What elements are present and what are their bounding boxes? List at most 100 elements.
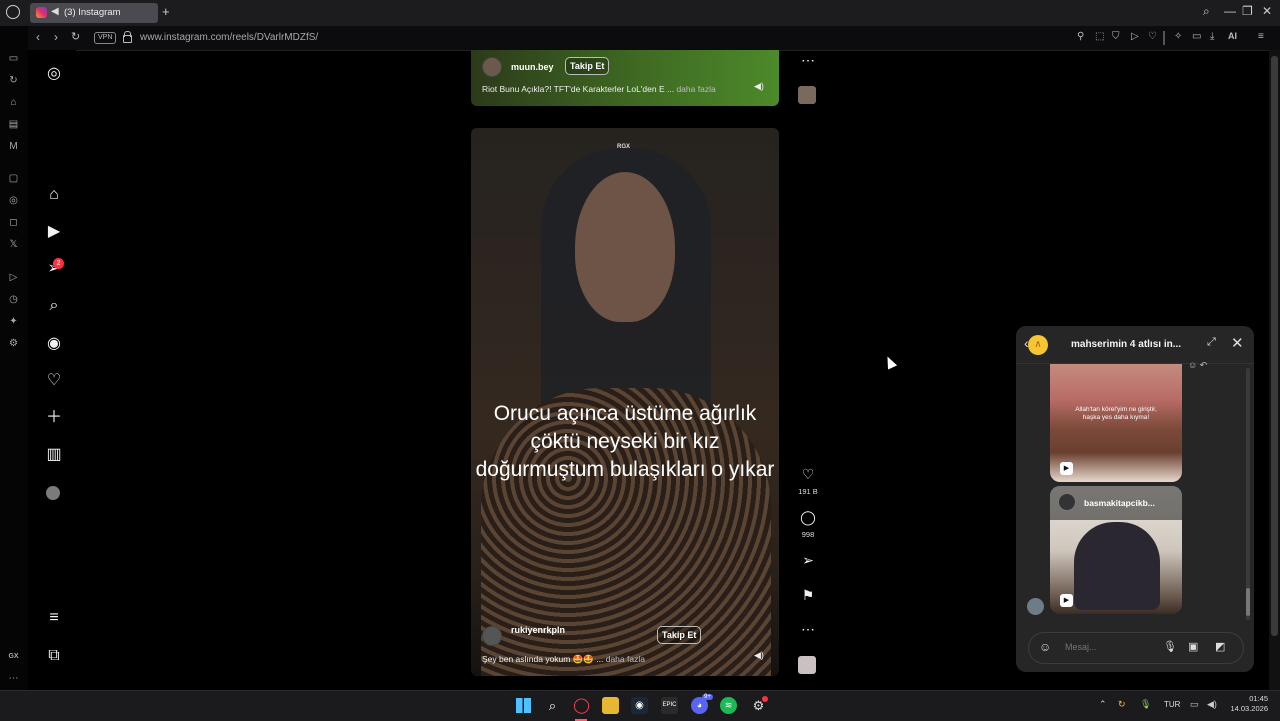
avatar[interactable] xyxy=(482,57,502,77)
new-tab-button[interactable]: + xyxy=(162,4,170,19)
message-input[interactable] xyxy=(1065,642,1145,652)
like-heart-icon[interactable]: ♡ xyxy=(800,466,816,483)
share-icon[interactable]: ➢ xyxy=(800,552,816,569)
player-icon[interactable]: ⌂ xyxy=(7,96,20,109)
ai-button[interactable]: AI xyxy=(1228,31,1237,41)
more-menu-icon[interactable]: ≡ xyxy=(44,608,64,628)
spotify-icon[interactable]: ≋ xyxy=(720,697,737,714)
snapshot-icon[interactable]: ⬚ xyxy=(1095,31,1104,42)
minimize-button[interactable]: — xyxy=(1224,4,1236,18)
expand-icon[interactable]: ⤢ xyxy=(1207,336,1216,349)
taskbar-search-icon[interactable]: ⌕ xyxy=(544,697,561,714)
wallet-toolbar-icon[interactable]: ▭ xyxy=(1192,31,1201,42)
explore-icon[interactable]: ◉ xyxy=(44,334,64,354)
messenger-icon[interactable]: M xyxy=(7,140,20,153)
comment-icon[interactable]: ◯ xyxy=(800,509,816,526)
close-window-button[interactable]: ✕ xyxy=(1262,4,1272,18)
x-icon[interactable]: 𝕏 xyxy=(7,238,20,251)
search-tabs-icon[interactable]: ⌕ xyxy=(1203,4,1210,19)
clock[interactable]: 01:45 14.03.2026 xyxy=(1226,694,1268,714)
speaker-icon[interactable]: ◀ xyxy=(51,6,59,17)
pin-icon[interactable]: ⚲ xyxy=(1077,31,1084,42)
download-icon[interactable]: ⤓ xyxy=(1210,31,1214,42)
group-avatar[interactable]: ∧ xyxy=(1028,335,1048,355)
follow-button[interactable]: Takip Et xyxy=(565,57,610,75)
page-scrollbar-thumb[interactable] xyxy=(1271,56,1278,636)
more-options-icon[interactable]: ⋯ xyxy=(800,52,816,69)
instagram-sidebar-icon[interactable]: ◻ xyxy=(7,216,20,229)
save-bookmark-icon[interactable]: ⚑ xyxy=(800,587,816,604)
previous-reel[interactable]: muun.bey Takip Et Riot Bunu Açıkla?! TFT… xyxy=(471,50,779,106)
create-icon[interactable]: ＋ xyxy=(44,408,64,428)
more-options-icon[interactable]: ⋯ xyxy=(800,621,816,638)
mute-toggle-icon[interactable]: ◀) xyxy=(754,81,764,92)
epic-games-icon[interactable]: EPIC xyxy=(661,697,678,714)
shared-reel-message[interactable]: basmakitapcikb... ▶ xyxy=(1050,486,1182,614)
mute-toggle-icon[interactable]: ◀) xyxy=(754,650,764,661)
back-button[interactable]: ‹ xyxy=(36,30,40,44)
tray-microphone-icon[interactable]: 🎙︎ xyxy=(1140,699,1151,710)
avatar[interactable] xyxy=(482,626,502,646)
network-icon[interactable]: ▭ xyxy=(1190,699,1199,710)
forward-button[interactable]: › xyxy=(54,30,58,44)
browser-tab[interactable]: ◀ (3) Instagram xyxy=(30,3,158,23)
url-field[interactable]: www.instagram.com/reels/DVarlrMDZfS/ xyxy=(140,32,318,43)
instagram-logo-icon[interactable]: ◎ xyxy=(44,64,64,84)
extension-puzzle-icon[interactable]: ✧ xyxy=(1174,31,1182,42)
microphone-icon[interactable]: 🎙︎ xyxy=(1163,640,1177,653)
reload-button[interactable]: ↻ xyxy=(71,30,80,43)
chat-scrollbar-thumb[interactable] xyxy=(1246,588,1250,616)
audio-thumbnail[interactable] xyxy=(798,86,816,104)
home-icon[interactable]: ⌂ xyxy=(44,185,64,205)
reel-play-icon: ▶ xyxy=(1060,594,1073,607)
vpn-badge[interactable]: VPN xyxy=(94,32,117,44)
tray-overflow-icon[interactable]: ⌃ xyxy=(1099,699,1107,710)
message-actions[interactable]: ☺ ↶ xyxy=(1188,360,1207,371)
emoji-icon[interactable]: ☺ xyxy=(1039,640,1051,654)
search-icon[interactable]: ⌕ xyxy=(44,296,64,316)
audio-thumbnail[interactable] xyxy=(798,656,816,674)
notes-icon[interactable]: ▤ xyxy=(7,118,20,131)
reel-username[interactable]: muun.bey xyxy=(511,62,554,72)
volume-icon[interactable]: ◀) xyxy=(1207,699,1217,710)
play-circle-icon[interactable]: ▷ xyxy=(7,271,20,284)
current-reel[interactable]: RGX Orucu açınca üstüme ağırlık çöktü ne… xyxy=(471,128,779,676)
sender-avatar[interactable] xyxy=(1027,598,1044,615)
file-explorer-icon[interactable] xyxy=(602,697,619,714)
settings-icon[interactable]: ⚙ xyxy=(7,337,20,350)
dashboard-icon[interactable]: ▥ xyxy=(44,445,64,465)
profile-avatar[interactable] xyxy=(46,486,60,500)
sticker-icon[interactable]: ◩ xyxy=(1215,640,1225,653)
menu-icon[interactable]: ≡ xyxy=(1258,31,1264,42)
history-icon[interactable]: ◷ xyxy=(7,293,20,306)
reel-username[interactable]: rukiyenrkpln xyxy=(511,625,565,635)
steam-icon[interactable]: ◉ xyxy=(631,697,648,714)
more-options-icon[interactable]: ⋯ xyxy=(7,672,20,685)
extensions-icon[interactable]: ✦ xyxy=(7,315,20,328)
chat-scrollbar[interactable] xyxy=(1246,368,1250,620)
windows-start-icon[interactable] xyxy=(516,698,531,713)
close-icon[interactable]: ✕ xyxy=(1231,334,1244,352)
whatsapp-icon[interactable]: ◎ xyxy=(7,194,20,207)
also-from-meta-icon[interactable]: ⧉ xyxy=(44,646,64,666)
shared-reel-message[interactable]: Allah'tan körel'yim ne giriştir, haşka y… xyxy=(1050,364,1182,482)
tray-sync-icon[interactable]: ↻ xyxy=(1118,699,1126,710)
refresh-hub-icon[interactable]: ↻ xyxy=(7,74,20,87)
image-icon[interactable]: ▣ xyxy=(1188,640,1198,653)
see-more-link[interactable]: daha fazla xyxy=(606,654,645,664)
gx-label[interactable]: GX xyxy=(7,650,20,663)
twitch-icon[interactable]: ▢ xyxy=(7,172,20,185)
reels-icon[interactable]: ▶ xyxy=(44,222,64,242)
heart-outline-icon[interactable]: ♡ xyxy=(1148,31,1157,42)
chat-title[interactable]: mahserimin 4 atlısı in... xyxy=(1071,339,1181,350)
see-more-link[interactable]: daha fazla xyxy=(676,84,715,94)
opera-logo-icon[interactable] xyxy=(6,5,20,19)
opera-gx-icon[interactable]: ◯ xyxy=(573,697,590,714)
follow-button[interactable]: Takip Et xyxy=(657,626,702,644)
language-indicator[interactable]: TUR xyxy=(1164,700,1180,709)
shield-icon[interactable]: ⛉ xyxy=(1112,31,1120,42)
notifications-heart-icon[interactable]: ♡ xyxy=(44,371,64,391)
restore-button[interactable]: ❐ xyxy=(1242,4,1253,18)
play-icon[interactable]: ▷ xyxy=(1131,31,1139,42)
wallet-icon[interactable]: ▭ xyxy=(7,52,20,65)
